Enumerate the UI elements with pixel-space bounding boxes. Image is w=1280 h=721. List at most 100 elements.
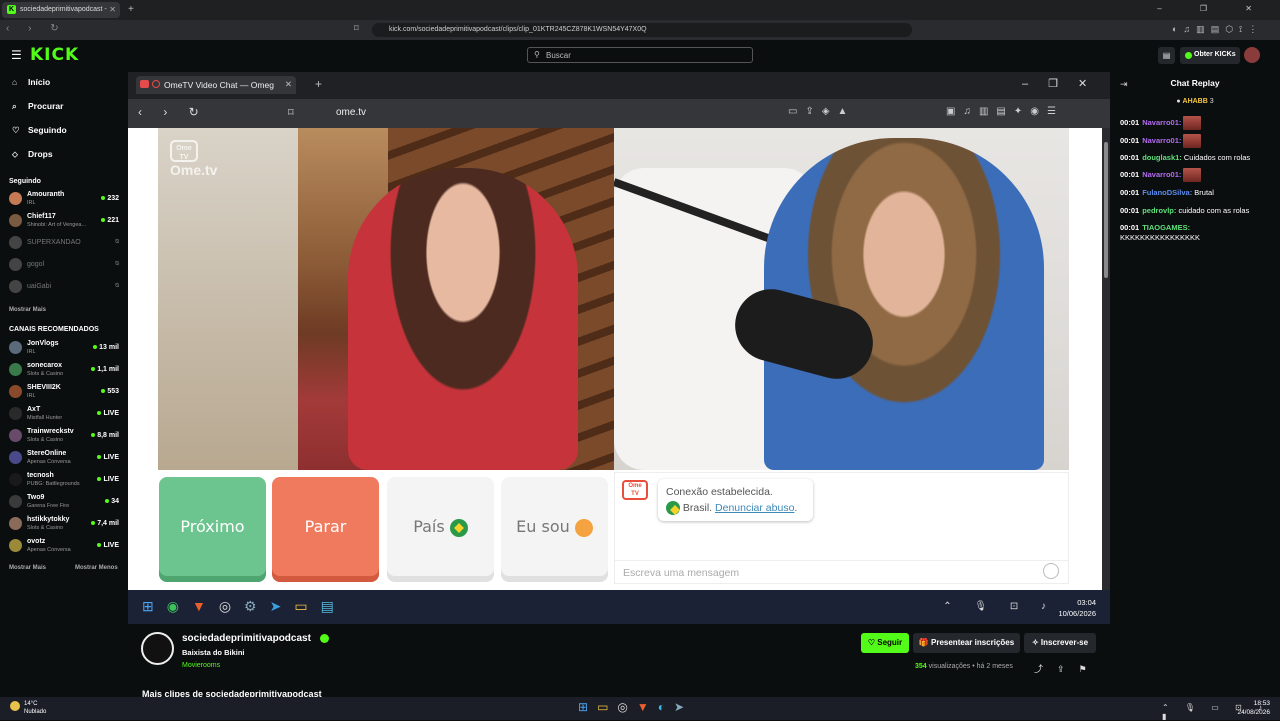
channel-avatar xyxy=(9,258,22,271)
followed-channel[interactable]: Chief117 Shinobi: Art of Vengea... 221 xyxy=(9,212,121,232)
message-user[interactable]: Navarro01: xyxy=(1142,118,1181,127)
clip-toolbar-icons: ▭⇪◈▲ xyxy=(788,106,856,117)
channel-category: Slots & Casino xyxy=(27,437,64,443)
channel-category: Slots & Casino xyxy=(27,371,64,377)
offline-icon: ⍉ xyxy=(115,261,119,267)
get-kicks-button[interactable]: Obter KICKs xyxy=(1180,47,1240,64)
channel-name: SHEVIII2K xyxy=(27,384,61,391)
window-controls[interactable]: – ❐ ✕ xyxy=(1157,4,1270,13)
steam-icon: ➤ xyxy=(674,700,694,714)
channel-avatar xyxy=(9,429,22,442)
show-more-following[interactable]: Mostrar Mais xyxy=(9,307,46,313)
bookmark-icon[interactable]: ⌑ xyxy=(354,23,359,34)
message-time: 00:01 xyxy=(1120,117,1140,127)
user-avatar[interactable] xyxy=(1244,47,1260,63)
i-am-label: Eu sou xyxy=(516,517,570,536)
emote-icon xyxy=(1183,168,1202,182)
sidebar-item-início[interactable]: ⌂ Início xyxy=(12,77,50,87)
recommended-channel[interactable]: hstikkytokky Slots & Casino 7,4 mil xyxy=(9,515,121,535)
sidebar-item-drops[interactable]: ⬦ Drops xyxy=(12,149,53,160)
menu-icon[interactable]: ☰ xyxy=(11,48,22,62)
viewer-count: 221 xyxy=(101,217,119,224)
recommended-channel[interactable]: tecnosh PUBG: Battlegrounds LIVE xyxy=(9,471,121,491)
recommended-channel[interactable]: SHEVIII2K IRL 553 xyxy=(9,383,121,403)
recommended-channel[interactable]: AxT Mistfall Hunter LIVE xyxy=(9,405,121,425)
search-input[interactable]: ⚲ Buscar xyxy=(527,47,753,63)
channel-avatar xyxy=(9,236,22,249)
sidebar-item-seguindo[interactable]: ♡ Seguindo xyxy=(12,125,67,136)
report-icon[interactable]: ⚑ xyxy=(1079,664,1101,674)
message-user[interactable]: Navarro01: xyxy=(1142,170,1181,179)
message-user[interactable]: pedrovlp: xyxy=(1142,206,1176,215)
message-text: cuidado com as rolas xyxy=(1178,206,1250,215)
sidebar-item-label: Procurar xyxy=(28,101,64,111)
export-icon[interactable]: ⇪ xyxy=(1057,664,1079,674)
report-period: . xyxy=(794,502,798,514)
kick-logo[interactable]: KICK xyxy=(30,45,79,65)
message-text: Brutal xyxy=(1194,188,1214,197)
viewer-count: 232 xyxy=(101,195,119,202)
brave-icon: ▼ xyxy=(636,700,658,714)
message-user[interactable]: douglask1: xyxy=(1142,153,1182,162)
ometv-logo-text: Ome.tv xyxy=(170,162,218,178)
recommended-channel[interactable]: JonVlogs IRL 13 mil xyxy=(9,339,121,359)
offline-icon: ⍉ xyxy=(115,283,119,289)
browser-tab[interactable]: K sociedadeprimitivapodcast - ✕ xyxy=(2,2,120,18)
url-field[interactable]: kick.com/sociedadeprimitivapodcast/clips… xyxy=(372,23,912,37)
viewer-count: 7,4 mil xyxy=(91,520,119,527)
category-link[interactable]: Movierooms xyxy=(182,662,220,669)
system-clock[interactable]: 18:53 24/08/2026 xyxy=(1236,699,1270,717)
followed-channel[interactable]: SUPERXANDAO ⍉ xyxy=(9,234,121,254)
taskbar-app-icons[interactable]: ⊞▭◎▼◐➤ xyxy=(578,700,693,714)
extension-icons[interactable]: ◐♫▥▤⬡⟟⋮ xyxy=(1172,24,1263,35)
share-icon[interactable]: ⤴ xyxy=(1034,664,1057,674)
followed-channel[interactable]: gogol ⍉ xyxy=(9,256,121,276)
chat-message: 00:01 TIAOGAMES: KKKKKKKKKKKKKKKK xyxy=(1120,223,1270,243)
channel-avatar xyxy=(9,517,22,530)
message-user[interactable]: TIAOGAMES: xyxy=(1142,223,1190,232)
close-tab-icon[interactable]: ✕ xyxy=(109,5,116,14)
explorer-icon: ▭ xyxy=(597,700,618,714)
system-time: 18:53 xyxy=(1253,700,1270,707)
channel-name: Trainwreckstv xyxy=(27,428,74,435)
sidebar-item-procurar[interactable]: ⌕ Procurar xyxy=(12,101,63,112)
clip-browser-tab: OmeTV Video Chat — Omeg ✕ xyxy=(136,76,296,94)
channel-avatar xyxy=(9,280,22,293)
follow-button[interactable]: ♡ Seguir xyxy=(861,633,909,653)
views-label: visualizações xyxy=(928,663,971,670)
channel-category: IRL xyxy=(27,200,36,206)
layout-icon[interactable]: ▤ xyxy=(1158,47,1175,64)
recommended-channel[interactable]: ovotz Apenas Conversa LIVE xyxy=(9,537,121,557)
message-user[interactable]: Navarro01: xyxy=(1142,136,1181,145)
weather-widget[interactable]: 14°C Nublado xyxy=(10,700,46,716)
channel-avatar xyxy=(9,385,22,398)
channel-category: Shinobi: Art of Vengea... xyxy=(27,222,87,228)
recommended-channel[interactable]: StereOnline Apenas Conversa LIVE xyxy=(9,449,121,469)
subscribe-button[interactable]: ✧ Inscrever-se xyxy=(1024,633,1096,653)
message-user[interactable]: FulanoDSilva: xyxy=(1142,188,1192,197)
chat-message: 00:01 Navarro01: xyxy=(1120,116,1270,130)
pinned-gifter[interactable]: ● AHABB 3 xyxy=(1110,98,1280,105)
inner-taskbar-icons: ⊞◉▼◎⚙➤▭▤ xyxy=(142,598,347,614)
channel-category: Slots & Casino xyxy=(27,525,64,531)
show-more-recommended[interactable]: Mostrar Mais xyxy=(9,565,46,571)
followed-channel[interactable]: Amouranth IRL 232 xyxy=(9,190,121,210)
show-less-recommended[interactable]: Mostrar Menos xyxy=(75,565,118,571)
new-tab-button[interactable]: + xyxy=(128,4,134,15)
channel-name[interactable]: sociedadeprimitivapodcast xyxy=(182,633,311,644)
nav-buttons[interactable]: ‹ › ↻ xyxy=(6,23,67,34)
viewer-count: 553 xyxy=(101,388,119,395)
channel-avatar[interactable] xyxy=(141,632,174,665)
gift-subs-button[interactable]: 🎁 Presentear inscrições xyxy=(913,633,1020,653)
report-abuse-link: Denunciar abuso xyxy=(715,502,795,514)
pinned-user: AHABB xyxy=(1182,98,1208,105)
channel-name: SUPERXANDAO xyxy=(27,239,81,246)
system-message: Conexão estabelecida. Brasil. Denunciar … xyxy=(658,479,813,521)
recommended-channel[interactable]: sonecarox Slots & Casino 1,1 mil xyxy=(9,361,121,381)
followed-channel[interactable]: uaiGabi ⍉ xyxy=(9,278,121,298)
clip-window-controls: –❐✕ xyxy=(1022,78,1108,90)
emote-icon xyxy=(1183,116,1202,130)
recommended-channel[interactable]: Two9 Garena Free Fire 34 xyxy=(9,493,121,513)
heart-icon: ♡ xyxy=(12,125,20,135)
recommended-channel[interactable]: Trainwreckstv Slots & Casino 8,8 mil xyxy=(9,427,121,447)
